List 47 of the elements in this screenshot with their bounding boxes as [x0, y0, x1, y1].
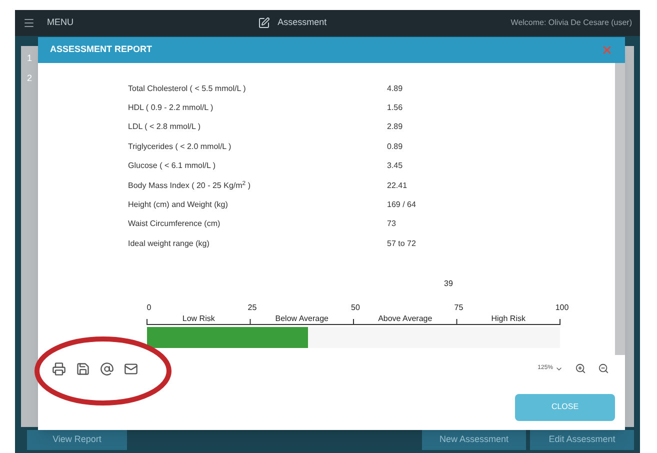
row-number: 2: [27, 72, 32, 85]
print-icon[interactable]: [52, 362, 66, 376]
welcome-text: Welcome: Olivia De Cesare (user): [510, 17, 632, 29]
footer-button[interactable]: Edit Assessment: [530, 430, 634, 450]
result-label: Height (cm) and Weight (kg): [128, 199, 229, 212]
segment-label: Low Risk: [182, 314, 215, 323]
save-icon[interactable]: [76, 362, 90, 376]
result-label: Waist Circumference (cm): [128, 218, 222, 230]
mail-icon[interactable]: [124, 362, 138, 376]
edit-icon: [258, 17, 270, 29]
result-value: 57 to 72: [387, 238, 416, 250]
dialog-title: ASSESSMENT REPORT: [50, 43, 154, 56]
page-title: Assessment: [278, 16, 327, 30]
scale-label: 25: [248, 302, 257, 312]
result-value: 3.45: [387, 160, 403, 172]
result-label: Ideal weight range (kg): [128, 238, 210, 250]
segment-label: Above Average: [378, 314, 432, 323]
result-label: Body Mass Index ( 20 - 25 Kg/m$^{2}$ ): [128, 180, 252, 192]
menu-label[interactable]: MENU: [47, 16, 74, 30]
result-label: HDL ( 0.9 - 2.2 mmol/L ): [128, 102, 214, 114]
result-label: Glucose ( < 6.1 mmol/L ): [128, 160, 217, 172]
result-label: LDL ( < 2.8 mmol/L ): [128, 121, 202, 134]
at-sign-icon[interactable]: [100, 362, 114, 376]
result-label: Triglycerides ( < 2.0 mmol/L ): [128, 140, 232, 153]
footer-button[interactable]: New Assessment: [422, 430, 526, 450]
result-value: 73: [387, 218, 396, 230]
scale-label: 75: [454, 302, 464, 312]
segment-label: Below Average: [275, 314, 328, 323]
menu-icon[interactable]: [23, 17, 35, 29]
zoom-in-icon[interactable]: [575, 363, 586, 374]
result-label: Total Cholesterol ( < 5.5 mmol/L ): [128, 82, 247, 95]
scale-label: 0: [146, 302, 152, 312]
scale-label: 100: [555, 302, 569, 312]
result-value: 22.41: [387, 180, 408, 192]
zoom-out-icon[interactable]: [598, 363, 609, 374]
row-number: 1: [27, 52, 32, 65]
result-value: 0.89: [387, 140, 403, 153]
footer-button[interactable]: View Report: [27, 430, 127, 450]
result-value: 1.56: [387, 102, 403, 114]
segment-label: High Risk: [491, 314, 526, 323]
scrollbar[interactable]: [615, 63, 625, 355]
scale-label: 50: [351, 302, 360, 312]
result-value: 2.89: [387, 121, 403, 134]
result-value: 4.89: [387, 82, 403, 95]
result-value: 169 / 64: [387, 199, 416, 212]
score-label: 39: [444, 278, 453, 288]
close-button[interactable]: CLOSE: [515, 394, 615, 421]
